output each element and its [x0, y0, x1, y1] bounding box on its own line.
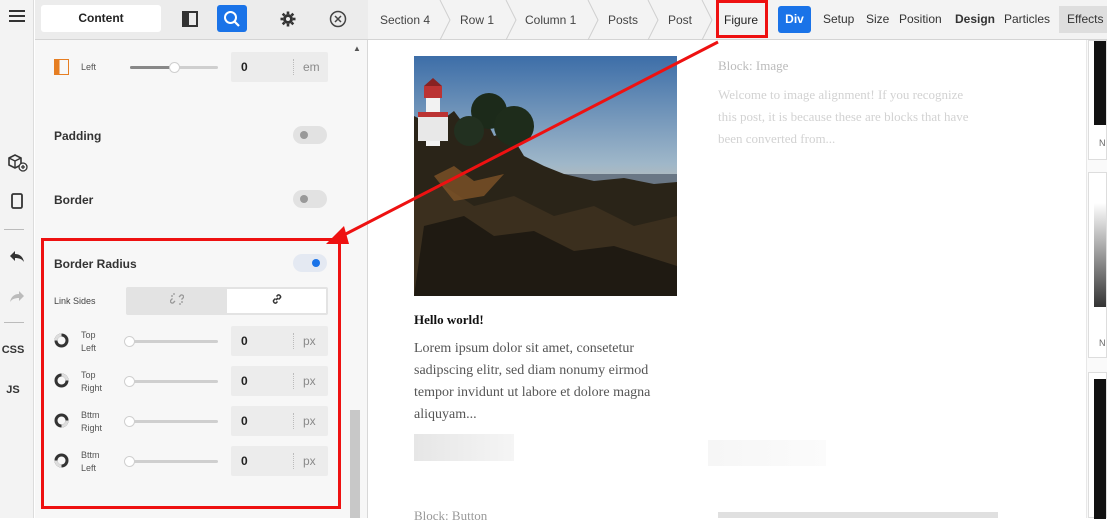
border-radius-highlight-box — [41, 238, 341, 509]
left-label: Left — [81, 62, 97, 72]
css-button[interactable]: CSS — [0, 344, 26, 356]
add-block-icon[interactable] — [0, 152, 34, 177]
breadcrumb-item[interactable]: Section 4 — [380, 0, 430, 40]
chevron-right-icon — [701, 0, 713, 40]
preview-thumbnail[interactable] — [1088, 172, 1107, 358]
layout-toggle-icon[interactable] — [175, 5, 205, 32]
gear-icon[interactable] — [273, 5, 303, 32]
block-image-title[interactable]: Block: Image — [718, 58, 788, 74]
post-excerpt: Lorem ipsum dolor sit amet, consetetur s… — [414, 341, 651, 422]
position-left-icon — [54, 59, 69, 75]
thumbnail-image — [1094, 41, 1106, 125]
thumbnail-caption: N — [1099, 138, 1106, 148]
chevron-right-icon — [587, 0, 599, 40]
chevron-right-icon — [647, 0, 659, 40]
toggle-knob — [300, 195, 308, 203]
tab-position[interactable]: Position — [899, 12, 942, 26]
preview-thumbnail[interactable] — [1088, 372, 1107, 519]
redo-icon[interactable] — [0, 288, 34, 308]
left-unit[interactable]: em — [303, 60, 320, 74]
tag-div-button[interactable]: Div — [778, 6, 811, 33]
read-more-button[interactable] — [414, 434, 514, 461]
breadcrumb-item[interactable]: Column 1 — [525, 0, 576, 40]
padding-label: Padding — [54, 129, 102, 143]
post-featured-image[interactable] — [414, 56, 677, 296]
panel-toolbar: Content — [35, 0, 368, 40]
menu-icon[interactable] — [0, 8, 34, 28]
scrollbar-thumb[interactable] — [350, 410, 360, 518]
tab-effects[interactable]: Effects — [1059, 6, 1107, 33]
faded-text-line — [718, 512, 998, 518]
mobile-preview-icon[interactable] — [0, 193, 34, 214]
thumbnail-image — [1094, 203, 1106, 307]
field-divider — [293, 59, 294, 75]
left-value-field[interactable]: 0 em — [231, 52, 328, 82]
rail-divider — [4, 322, 24, 323]
left-slider-fill — [130, 66, 174, 69]
breadcrumb-item[interactable]: Row 1 — [460, 0, 494, 40]
left-slider-handle[interactable] — [169, 62, 180, 73]
left-value[interactable]: 0 — [241, 60, 248, 74]
chevron-right-icon — [505, 0, 517, 40]
border-label: Border — [54, 193, 94, 207]
toggle-knob — [300, 131, 308, 139]
scroll-up-icon[interactable]: ▲ — [353, 44, 361, 53]
undo-icon[interactable] — [0, 248, 34, 268]
search-icon[interactable] — [217, 5, 247, 32]
breadcrumb-item[interactable]: Posts — [608, 0, 638, 40]
js-button[interactable]: JS — [0, 384, 26, 396]
figure-highlight-box — [716, 0, 768, 38]
close-icon[interactable] — [323, 5, 353, 32]
chevron-right-icon — [439, 0, 451, 40]
border-toggle[interactable] — [293, 190, 327, 208]
tab-particles[interactable]: Particles — [1004, 12, 1050, 26]
rail-divider — [4, 229, 24, 230]
thumbnail-image — [1094, 379, 1106, 519]
block-button-title[interactable]: Block: Button — [414, 508, 487, 524]
tab-design[interactable]: Design — [955, 12, 995, 26]
tab-content[interactable]: Content — [41, 5, 161, 32]
tab-setup[interactable]: Setup — [823, 12, 854, 26]
block-image-description: Welcome to image alignment! If you recog… — [718, 87, 969, 146]
post-title[interactable]: Hello world! — [414, 312, 484, 328]
padding-toggle[interactable] — [293, 126, 327, 144]
left-rail: CSS JS — [0, 0, 34, 518]
read-more-button-2[interactable] — [708, 440, 826, 466]
thumbnail-caption: N — [1099, 338, 1106, 348]
breadcrumb-item[interactable]: Post — [668, 0, 692, 40]
tab-size[interactable]: Size — [866, 12, 889, 26]
